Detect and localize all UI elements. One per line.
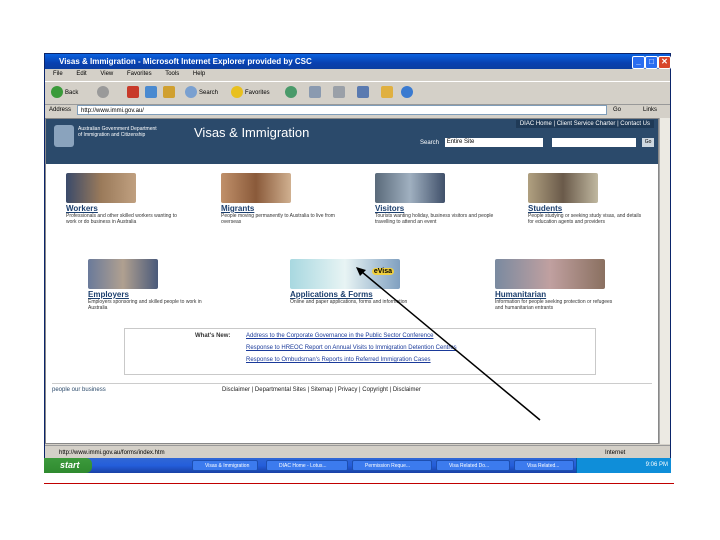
annotation-arrow [356, 267, 541, 421]
arrow-line [361, 271, 541, 421]
